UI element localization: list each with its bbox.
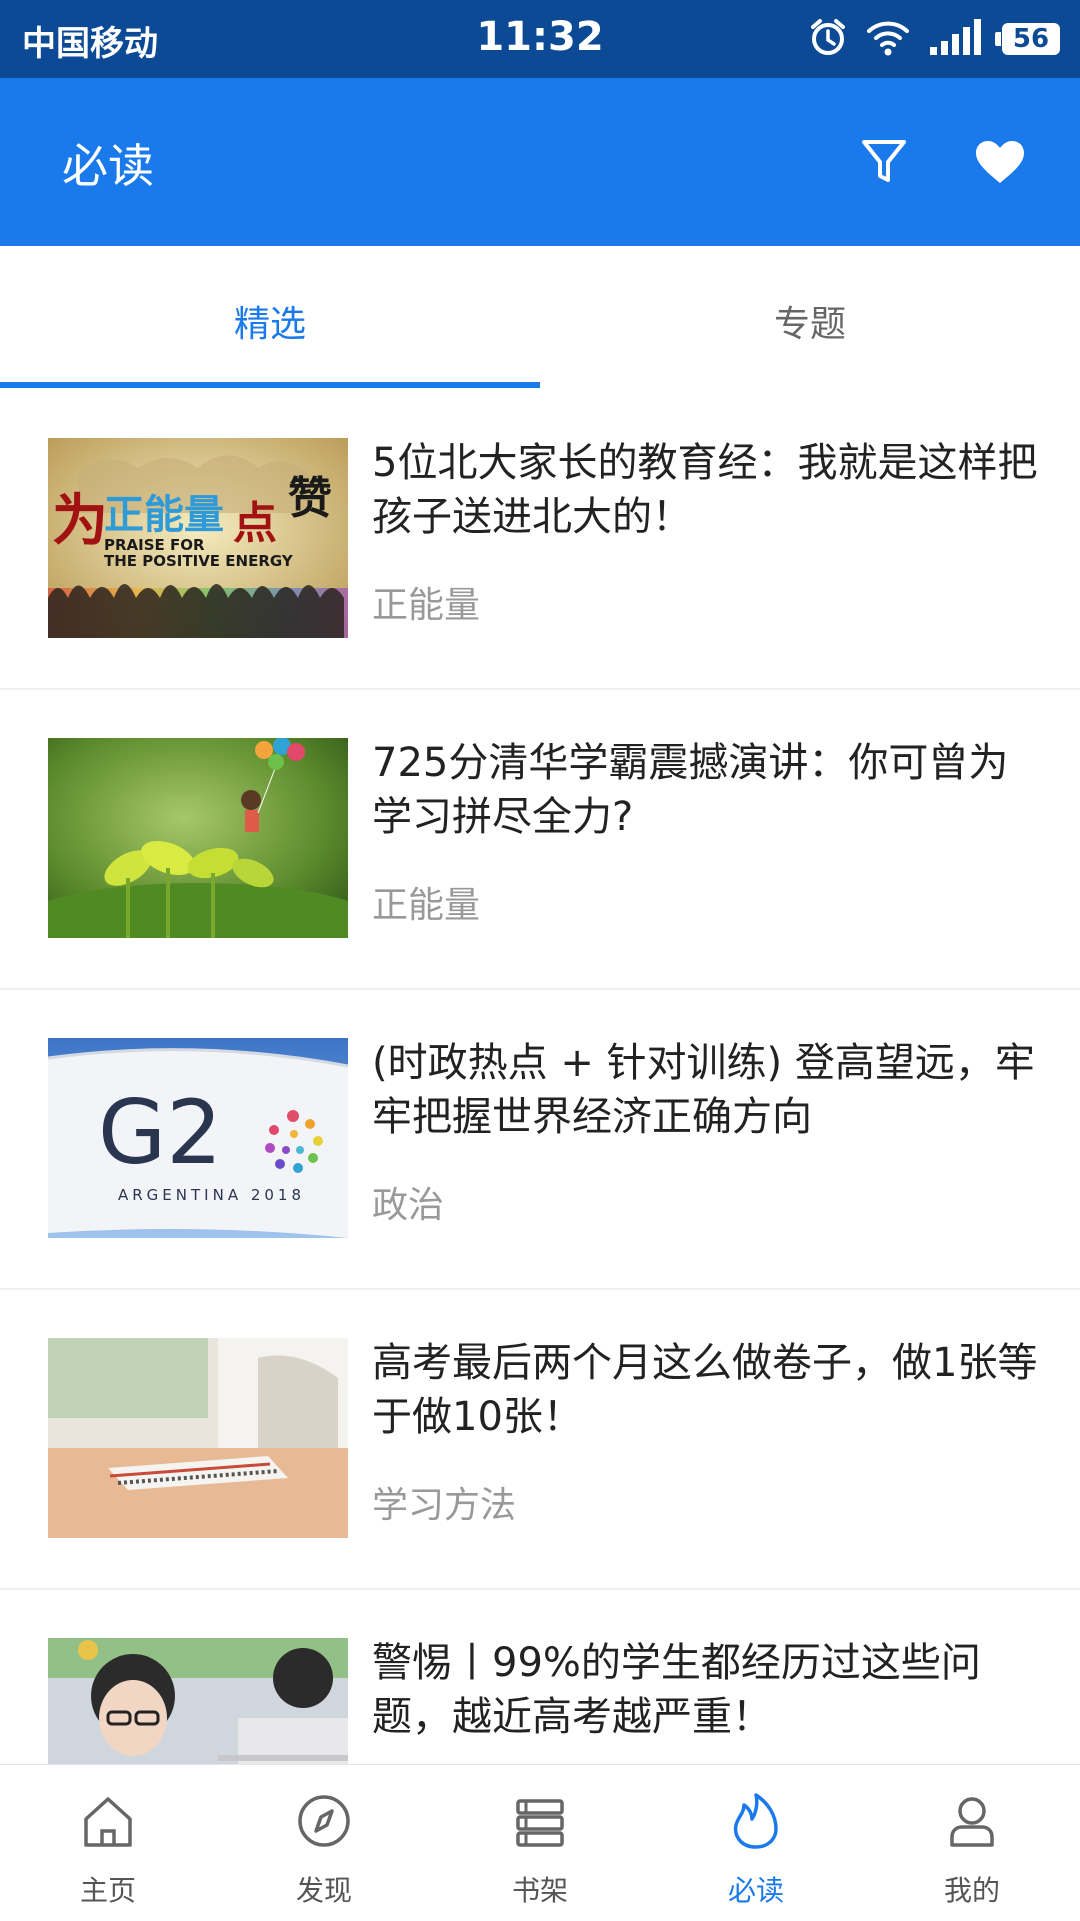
tab-featured[interactable]: 精选 bbox=[0, 246, 540, 396]
home-icon bbox=[84, 1797, 132, 1847]
battery-icon: 56 bbox=[995, 23, 1060, 55]
article-tag: 正能量 bbox=[372, 885, 481, 926]
filter-button[interactable] bbox=[852, 130, 916, 194]
nav-label: 书架 bbox=[511, 1874, 568, 1907]
article-item[interactable]: 高考最后两个月这么做卷子，做1张等于做10张！ 学习方法 bbox=[0, 1288, 1080, 1590]
wifi-icon bbox=[866, 17, 910, 61]
article-item[interactable]: 为 正能量 点 赞 PRAISE FOR THE POSITIVE ENERGY… bbox=[0, 388, 1080, 690]
flame-icon bbox=[733, 1793, 778, 1849]
status-icons: 56 bbox=[808, 14, 1060, 64]
nav-mine[interactable]: 我的 bbox=[864, 1765, 1080, 1921]
article-title: 高考最后两个月这么做卷子，做1张等于做10张！ bbox=[372, 1340, 1038, 1440]
nav-label: 我的 bbox=[943, 1874, 1000, 1907]
svg-text:赞: 赞 bbox=[288, 473, 332, 524]
article-item[interactable]: G2 ARGENTINA 2018 (时政热点 + 针对训练) 登高望远，牢牢把… bbox=[0, 988, 1080, 1290]
svg-text:THE POSITIVE ENERGY: THE POSITIVE ENERGY bbox=[104, 552, 294, 570]
alarm-icon bbox=[808, 17, 848, 61]
article-thumbnail: 为 正能量 点 赞 PRAISE FOR THE POSITIVE ENERGY bbox=[48, 438, 348, 638]
nav-bookshelf[interactable]: 书架 bbox=[432, 1765, 648, 1921]
nav-label: 主页 bbox=[79, 1874, 136, 1907]
article-thumbnail bbox=[48, 738, 348, 938]
svg-text:点: 点 bbox=[233, 498, 277, 549]
svg-text:G2: G2 bbox=[98, 1081, 222, 1184]
tab-topics[interactable]: 专题 bbox=[540, 246, 1080, 396]
article-item[interactable]: 725分清华学霸震撼演讲：你可曾为学习拼尽全力? 正能量 bbox=[0, 688, 1080, 990]
nav-home[interactable]: 主页 bbox=[0, 1765, 216, 1921]
article-tag: 正能量 bbox=[372, 585, 481, 626]
signal-icon bbox=[928, 17, 984, 61]
bottom-navigation: 主页 发现 书架 必读 我的 bbox=[0, 1764, 1080, 1921]
nav-must-read[interactable]: 必读 bbox=[648, 1765, 864, 1921]
article-title: (时政热点 + 针对训练) 登高望远，牢牢把握世界经济正确方向 bbox=[372, 1040, 1035, 1140]
article-tag: 政治 bbox=[372, 1185, 445, 1226]
heart-icon bbox=[976, 141, 1024, 183]
tab-bar: 精选 专题 bbox=[0, 246, 1080, 396]
compass-icon bbox=[298, 1795, 350, 1847]
article-thumbnail bbox=[48, 1338, 348, 1538]
nav-label: 发现 bbox=[295, 1874, 352, 1907]
bookshelf-icon bbox=[516, 1799, 564, 1847]
status-bar: 中国移动 11:32 56 bbox=[0, 0, 1080, 78]
article-thumbnail: G2 ARGENTINA 2018 bbox=[48, 1038, 348, 1238]
filter-icon bbox=[862, 140, 906, 182]
nav-label: 必读 bbox=[727, 1874, 784, 1907]
user-icon bbox=[950, 1797, 994, 1847]
article-title: 725分清华学霸震撼演讲：你可曾为学习拼尽全力? bbox=[372, 740, 1009, 840]
page-title: 必读 bbox=[62, 139, 154, 193]
svg-text:为: 为 bbox=[52, 488, 108, 554]
app-bar: 必读 bbox=[0, 78, 1080, 246]
article-title: 警惕丨99%的学生都经历过这些问题，越近高考越严重！ bbox=[372, 1640, 981, 1740]
svg-text:正能量: 正能量 bbox=[104, 492, 224, 538]
favorite-button[interactable] bbox=[968, 130, 1032, 194]
article-tag: 学习方法 bbox=[372, 1485, 517, 1526]
nav-discover[interactable]: 发现 bbox=[216, 1765, 432, 1921]
article-title: 5位北大家长的教育经：我就是这样把孩子送进北大的！ bbox=[372, 440, 1038, 540]
svg-text:ARGENTINA 2018: ARGENTINA 2018 bbox=[118, 1186, 305, 1204]
